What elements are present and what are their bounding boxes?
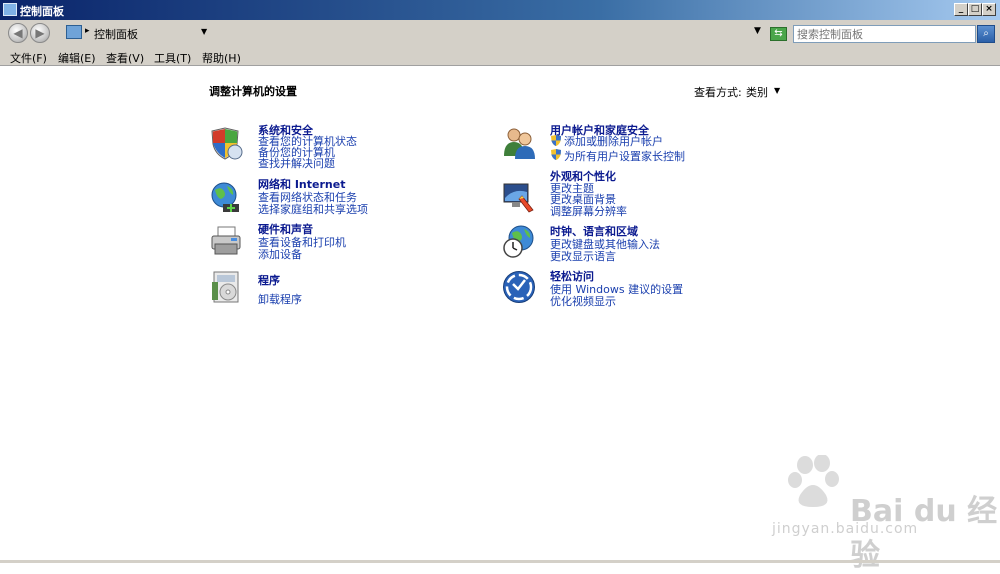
programs-icon[interactable] <box>209 270 243 304</box>
address-history-dropdown-icon[interactable]: ▼ <box>754 26 761 36</box>
control-panel-icon <box>3 3 17 16</box>
link-parental-controls[interactable]: 为所有用户设置家长控制 <box>564 148 685 164</box>
menu-tools[interactable]: 工具(T) <box>154 50 191 66</box>
menu-bar: 文件(F) 编辑(E) 查看(V) 工具(T) 帮助(H) <box>0 47 1000 66</box>
search-button[interactable]: ⌕ <box>977 25 995 43</box>
link-change-display-language[interactable]: 更改显示语言 <box>550 248 616 264</box>
link-add-device[interactable]: 添加设备 <box>258 246 302 262</box>
minimize-button[interactable]: _ <box>954 3 968 16</box>
breadcrumb-dropdown-icon[interactable]: ▼ <box>201 27 207 36</box>
printer-icon[interactable] <box>209 224 243 258</box>
menu-file[interactable]: 文件(F) <box>10 50 47 66</box>
search-box[interactable] <box>793 25 976 43</box>
display-icon[interactable] <box>502 180 536 214</box>
window-title: 控制面板 <box>20 5 64 18</box>
refresh-button[interactable]: ⇆ <box>770 27 787 41</box>
shield-icon[interactable] <box>209 126 243 160</box>
link-uninstall-program[interactable]: 卸载程序 <box>258 291 302 307</box>
uac-shield-icon <box>551 135 561 146</box>
globe-network-icon[interactable] <box>209 180 243 214</box>
address-bar[interactable]: ▸ 控制面板 ▼ <box>62 23 765 43</box>
watermark-url: jingyan.baidu.com <box>772 521 919 537</box>
page-title: 调整计算机的设置 <box>209 85 297 98</box>
users-icon[interactable] <box>502 126 536 160</box>
menu-help[interactable]: 帮助(H) <box>202 50 241 66</box>
link-optimize-display[interactable]: 优化视频显示 <box>550 293 616 309</box>
category-programs[interactable]: 程序 <box>258 272 280 288</box>
view-by-label: 查看方式: <box>694 86 742 99</box>
maximize-button[interactable]: □ <box>968 3 982 16</box>
close-button[interactable]: × <box>982 3 996 16</box>
uac-shield-icon <box>551 149 561 160</box>
link-add-remove-accounts[interactable]: 添加或删除用户帐户 <box>564 133 663 149</box>
link-troubleshoot[interactable]: 查找并解决问题 <box>258 155 335 171</box>
clock-globe-icon[interactable] <box>502 224 536 258</box>
search-input[interactable] <box>797 27 967 41</box>
title-bar: 控制面板 _ □ × <box>0 0 1000 20</box>
breadcrumb-control-panel[interactable]: 控制面板 <box>94 26 138 42</box>
breadcrumb-arrow-icon[interactable]: ▸ <box>85 26 90 36</box>
ease-of-access-icon[interactable] <box>502 270 536 304</box>
menu-view[interactable]: 查看(V) <box>106 50 144 66</box>
view-by-dropdown[interactable]: 类别 <box>746 84 768 100</box>
back-button[interactable]: ◀ <box>8 23 28 43</box>
link-adjust-resolution[interactable]: 调整屏幕分辨率 <box>550 203 627 219</box>
menu-edit[interactable]: 编辑(E) <box>58 50 96 66</box>
chevron-down-icon[interactable]: ▼ <box>774 86 780 95</box>
forward-button[interactable]: ▶ <box>30 23 50 43</box>
control-panel-icon <box>66 25 82 39</box>
link-homegroup-sharing[interactable]: 选择家庭组和共享选项 <box>258 201 368 217</box>
